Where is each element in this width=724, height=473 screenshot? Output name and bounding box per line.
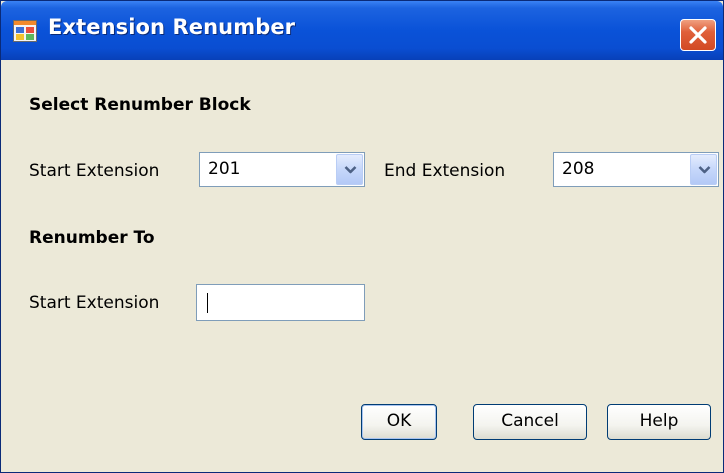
block-start-extension-combo[interactable]: 201	[199, 152, 365, 187]
renumber-to-heading: Renumber To	[29, 228, 155, 248]
app-window-icon	[13, 20, 37, 42]
block-end-extension-combo[interactable]: 208	[553, 152, 719, 187]
block-end-extension-label: End Extension	[384, 161, 506, 181]
block-start-extension-value: 201	[208, 159, 241, 179]
close-button[interactable]	[680, 19, 716, 51]
block-start-extension-label: Start Extension	[29, 161, 160, 181]
title-bar[interactable]: Extension Renumber	[1, 1, 723, 60]
extension-renumber-dialog: Extension Renumber Select Renumber Block…	[0, 0, 724, 473]
cancel-button[interactable]: Cancel	[473, 404, 587, 440]
block-end-extension-value: 208	[562, 159, 595, 179]
text-caret	[207, 293, 208, 313]
window-title: Extension Renumber	[48, 15, 296, 39]
ok-button[interactable]: OK	[361, 404, 437, 440]
block-start-dropdown-button[interactable]	[336, 154, 363, 185]
help-button[interactable]: Help	[607, 404, 711, 440]
renumber-start-extension-label: Start Extension	[29, 293, 160, 313]
select-block-heading: Select Renumber Block	[29, 95, 251, 115]
block-end-dropdown-button[interactable]	[690, 154, 717, 185]
renumber-start-extension-input[interactable]	[196, 284, 365, 321]
